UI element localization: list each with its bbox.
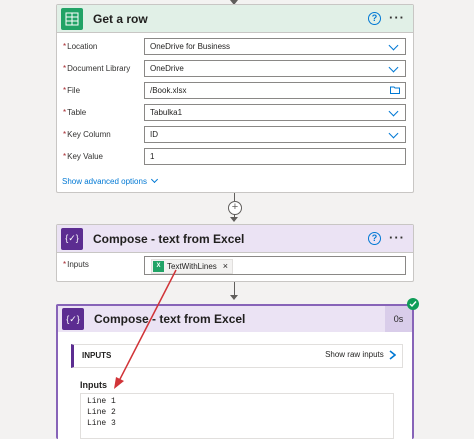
- field-label: *Document Library: [63, 64, 131, 73]
- connector-arrow: [230, 217, 238, 222]
- duration-badge: 0s: [385, 306, 412, 332]
- chevron-down-icon[interactable]: [388, 62, 399, 73]
- dropdown-field[interactable]: OneDrive for Business: [144, 38, 406, 55]
- compose-card[interactable]: {✓} Compose - text from Excel ? ··· *Inp…: [56, 224, 414, 282]
- chevron-down-icon[interactable]: [388, 128, 399, 139]
- field-row: *Document Library OneDrive: [57, 60, 413, 80]
- dropdown-field[interactable]: ID: [144, 126, 406, 143]
- dropdown-field[interactable]: Tabulka1: [144, 104, 406, 121]
- inputs-value-box: Line 1 Line 2 Line 3: [80, 393, 394, 439]
- connector-line: [234, 282, 235, 295]
- field-row: *File/Book.xlsx: [57, 82, 413, 102]
- show-advanced-options-link[interactable]: Show advanced options: [62, 175, 158, 186]
- advanced-label: Show advanced options: [62, 177, 147, 186]
- card-title: Compose - text from Excel: [93, 231, 245, 246]
- field-label: *File: [63, 86, 81, 95]
- field-row: *Location OneDrive for Business: [57, 38, 413, 58]
- field-value: Tabulka1: [150, 108, 183, 117]
- field-label: *Key Value: [63, 152, 103, 161]
- field-label: *Inputs: [63, 260, 89, 269]
- dropdown-field[interactable]: OneDrive: [144, 60, 406, 77]
- chevron-down-icon[interactable]: [388, 106, 399, 117]
- output-line: Line 1: [87, 397, 116, 406]
- field-value: ID: [150, 130, 158, 139]
- output-line: Line 2: [87, 408, 116, 417]
- add-step-icon[interactable]: +: [228, 201, 242, 215]
- file-field[interactable]: /Book.xlsx: [144, 82, 406, 99]
- field-label: *Table: [63, 108, 87, 117]
- card-title: Compose - text from Excel: [94, 312, 246, 326]
- card-title: Get a row: [93, 11, 148, 26]
- excel-icon: X: [153, 261, 164, 272]
- show-raw-inputs-link[interactable]: Show raw inputs: [325, 350, 397, 360]
- text-field[interactable]: 1: [144, 148, 406, 165]
- help-icon[interactable]: ?: [368, 12, 381, 25]
- get-a-row-header[interactable]: Get a row ? ···: [57, 5, 413, 33]
- more-options-icon[interactable]: ···: [389, 10, 405, 25]
- compose-run-card[interactable]: {✓} Compose - text from Excel 0s INPUTS …: [56, 304, 414, 439]
- compose-header[interactable]: {✓} Compose - text from Excel ? ···: [57, 225, 413, 253]
- field-value: OneDrive: [150, 64, 184, 73]
- chevron-down-icon[interactable]: [388, 40, 399, 51]
- token-label: TextWithLines: [167, 262, 217, 271]
- field-row: *Key Value 1: [57, 148, 413, 168]
- compose-run-header[interactable]: {✓} Compose - text from Excel 0s: [58, 306, 412, 332]
- field-value: OneDrive for Business: [150, 42, 231, 51]
- inputs-section-header[interactable]: INPUTS Show raw inputs: [71, 344, 403, 368]
- field-label: *Key Column: [63, 130, 111, 139]
- success-check-icon: [407, 298, 419, 310]
- dynamic-content-token[interactable]: X TextWithLines ×: [151, 259, 234, 274]
- help-icon[interactable]: ?: [368, 232, 381, 245]
- inputs-field[interactable]: X TextWithLines ×: [144, 256, 406, 275]
- field-value: /Book.xlsx: [150, 86, 187, 95]
- connector-line: [234, 193, 235, 201]
- excel-icon: [61, 7, 83, 30]
- remove-token-icon[interactable]: ×: [223, 259, 228, 274]
- folder-icon[interactable]: [390, 86, 400, 94]
- compose-icon: {✓}: [62, 308, 84, 330]
- chevron-right-icon: [389, 350, 397, 360]
- connector-arrow: [230, 295, 238, 300]
- chevron-down-icon: [150, 175, 158, 184]
- field-label: *Location: [63, 42, 98, 51]
- output-line: Line 3: [87, 419, 116, 428]
- inputs-heading: Inputs: [80, 380, 107, 390]
- inputs-row: *Inputs X TextWithLines ×: [57, 256, 413, 276]
- field-value: 1: [150, 152, 155, 161]
- field-row: *Table Tabulka1: [57, 104, 413, 124]
- section-title: INPUTS: [82, 351, 112, 360]
- more-options-icon[interactable]: ···: [389, 230, 405, 245]
- field-row: *Key Column ID: [57, 126, 413, 146]
- get-a-row-card[interactable]: Get a row ? ··· *Location OneDrive for Bu…: [56, 4, 414, 193]
- compose-icon: {✓}: [61, 227, 83, 250]
